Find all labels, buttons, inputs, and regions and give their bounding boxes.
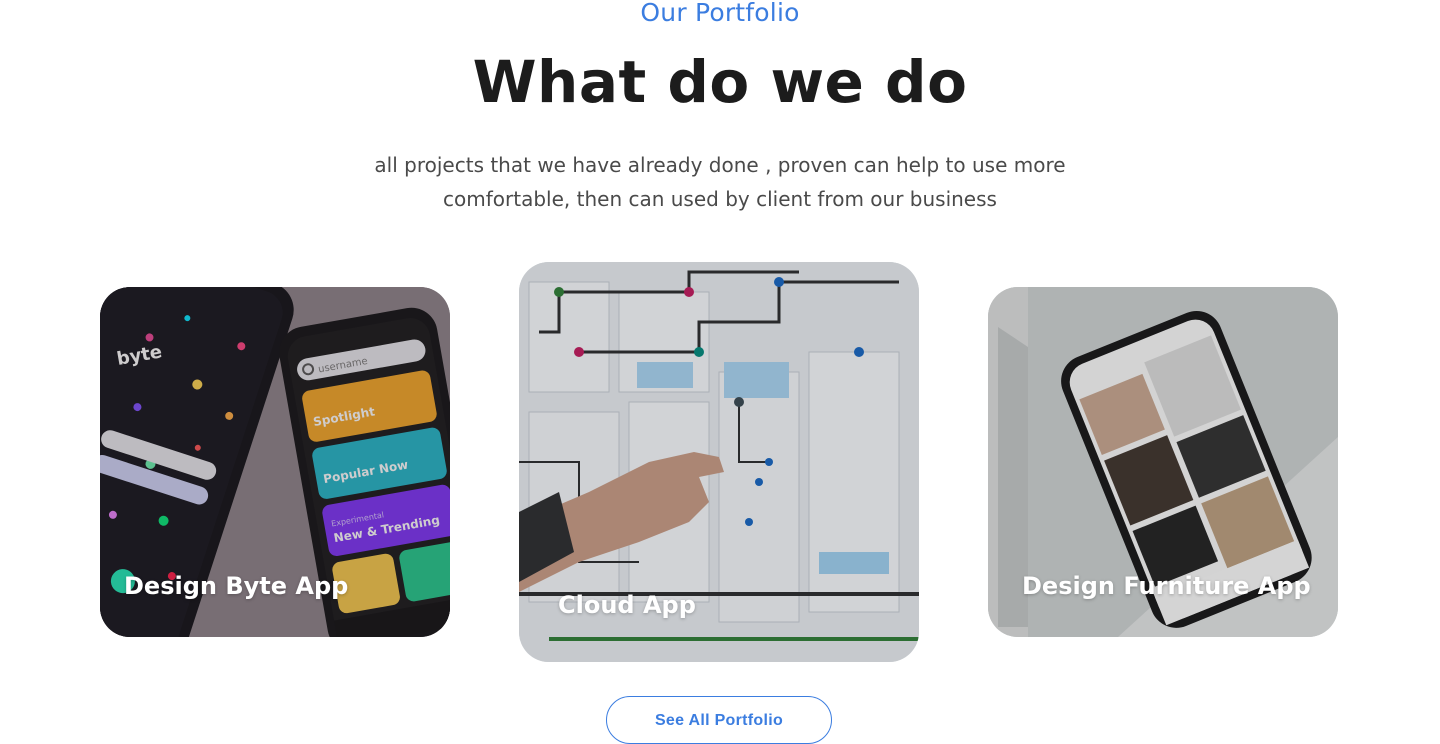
card-title-cloud[interactable]: Cloud App <box>558 591 696 619</box>
description-line-2: comfortable, then can used by client fro… <box>443 187 997 211</box>
section-heading: What do we do <box>472 48 968 116</box>
card-title-byte[interactable]: Design Byte App <box>124 572 348 600</box>
card-title-furniture[interactable]: Design Furniture App <box>1022 572 1311 600</box>
eyebrow-label: Our Portfolio <box>640 0 800 27</box>
portfolio-card-cloud[interactable]: Cloud App <box>519 262 919 662</box>
see-all-portfolio-button[interactable]: See All Portfolio <box>606 696 832 744</box>
portfolio-card-furniture[interactable]: Design Furniture App <box>988 287 1338 637</box>
portfolio-card-byte[interactable]: byte username Spotlight Popular Now Expe… <box>100 287 450 637</box>
section-description: all projects that we have already done ,… <box>340 148 1100 216</box>
description-line-1: all projects that we have already done ,… <box>374 153 1066 177</box>
